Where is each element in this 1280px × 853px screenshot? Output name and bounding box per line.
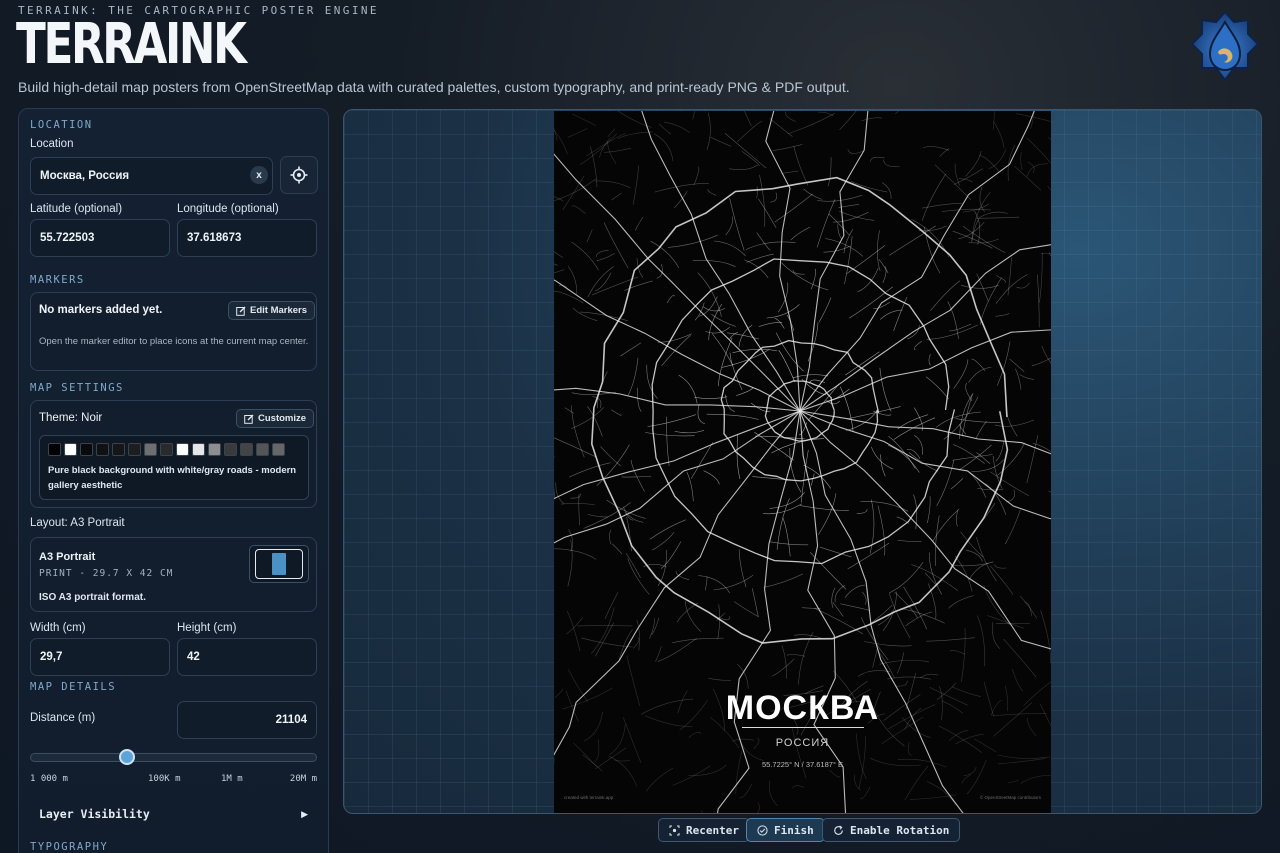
markers-card: No markers added yet. Edit Markers Open …: [30, 292, 317, 371]
settings-sidebar: LOCATION Location Москва, Россия x Latit…: [18, 108, 329, 853]
palette-swatch: [176, 443, 189, 456]
layout-description: ISO A3 portrait format.: [39, 592, 146, 603]
edit-icon: [236, 306, 246, 316]
layout-preview[interactable]: [249, 545, 309, 583]
recenter-button[interactable]: Recenter: [658, 818, 750, 842]
theme-label: Theme: Noir: [39, 412, 103, 424]
width-value: 29,7: [40, 651, 63, 663]
tick-label: 100K m: [148, 774, 181, 784]
markers-hint: Open the marker editor to place icons at…: [39, 336, 309, 347]
location-label: Location: [30, 138, 74, 150]
distance-input[interactable]: 21104: [177, 701, 317, 739]
latitude-label: Latitude (optional): [30, 203, 123, 215]
palette-swatch: [112, 443, 125, 456]
slider-thumb[interactable]: [119, 749, 136, 765]
app-brand: TERRAINK: [16, 12, 247, 77]
tick-label: 1M m: [221, 774, 243, 784]
poster-coordinates: 55.7225° N / 37.6187° E: [761, 760, 844, 769]
layout-label: Layout: A3 Portrait: [30, 517, 125, 529]
location-value: Москва, Россия: [40, 170, 130, 182]
check-circle-icon: [757, 824, 768, 836]
distance-value: 21104: [275, 714, 307, 726]
section-location-title: LOCATION: [30, 119, 93, 131]
finish-button[interactable]: Finish: [746, 818, 825, 842]
rotate-icon: [834, 825, 843, 835]
poster-country: РОССИЯ: [775, 737, 830, 749]
poster-preview[interactable]: МОСКВА РОССИЯ 55.7225° N / 37.6187° E cr…: [554, 111, 1051, 813]
palette-swatch: [96, 443, 109, 456]
map-canvas[interactable]: МОСКВА РОССИЯ 55.7225° N / 37.6187° E cr…: [343, 109, 1262, 814]
palette-swatch: [272, 443, 285, 456]
recenter-icon: [669, 825, 680, 835]
enable-rotation-button[interactable]: Enable Rotation: [822, 818, 961, 842]
layer-visibility-toggle[interactable]: Layer Visibility ▶: [30, 799, 317, 829]
distance-slider[interactable]: [30, 749, 317, 765]
app-tagline: Build high-detail map posters from OpenS…: [18, 79, 850, 95]
tick-label: 1 000 m: [30, 774, 68, 784]
layout-meta: PRINT - 29.7 X 42 CM: [39, 568, 174, 579]
palette-swatch: [192, 443, 205, 456]
layout-frame-icon: [255, 549, 303, 579]
width-input[interactable]: 29,7: [30, 638, 170, 676]
longitude-label: Longitude (optional): [177, 203, 279, 215]
section-map-details-title: MAP DETAILS: [30, 681, 117, 693]
palette-swatch: [128, 443, 141, 456]
width-label: Width (cm): [30, 622, 86, 634]
recenter-label: Recenter: [686, 823, 739, 837]
slider-track: [30, 753, 317, 762]
height-value: 42: [187, 651, 200, 663]
latitude-input[interactable]: 55.722503: [30, 219, 170, 257]
clear-icon: x: [256, 169, 262, 181]
distance-ticks: 1 000 m 100K m 1M m 20M m: [30, 774, 317, 786]
poster-city-title: МОСКВА: [725, 689, 880, 727]
theme-palette: [48, 443, 288, 456]
rotation-label: Enable Rotation: [850, 823, 950, 837]
palette-swatch: [80, 443, 93, 456]
palette-swatch: [208, 443, 221, 456]
poster-attribution: © OpenStreetMap contributors: [979, 795, 1041, 800]
layout-name: A3 Portrait: [39, 551, 96, 563]
palette-swatch: [144, 443, 157, 456]
palette-swatch: [240, 443, 253, 456]
poster-credit: created with terraink.app: [564, 795, 614, 800]
tick-label: 20M m: [289, 774, 317, 784]
height-input[interactable]: 42: [177, 638, 317, 676]
edit-markers-label: Edit Markers: [250, 305, 308, 316]
layout-card[interactable]: A3 Portrait PRINT - 29.7 X 42 CM ISO A3 …: [30, 537, 317, 612]
app-logo-icon: [1190, 10, 1260, 82]
section-typography-title: TYPOGRAPHY: [30, 841, 109, 853]
crosshair-icon: [290, 166, 308, 184]
palette-swatch: [224, 443, 237, 456]
edit-icon: [244, 414, 254, 424]
poster-divider: [742, 727, 864, 728]
theme-preview: Pure black background with white/gray ro…: [39, 435, 309, 500]
longitude-value: 37.618673: [187, 232, 242, 244]
section-markers-title: MARKERS: [30, 274, 85, 286]
clear-location-button[interactable]: x: [250, 166, 268, 184]
theme-description: Pure black background with white/gray ro…: [48, 465, 297, 491]
edit-markers-button[interactable]: Edit Markers: [228, 301, 316, 320]
palette-swatch: [64, 443, 77, 456]
section-map-settings-title: MAP SETTINGS: [30, 382, 124, 394]
palette-swatch: [160, 443, 173, 456]
locate-me-button[interactable]: [280, 156, 318, 194]
finish-label: Finish: [774, 823, 814, 837]
distance-label: Distance (m): [30, 712, 96, 724]
longitude-input[interactable]: 37.618673: [177, 219, 317, 257]
palette-swatch: [256, 443, 269, 456]
palette-swatch: [48, 443, 61, 456]
latitude-value: 55.722503: [40, 232, 95, 244]
customize-label: Customize: [258, 413, 307, 424]
height-label: Height (cm): [177, 622, 237, 634]
layer-visibility-label: Layer Visibility: [39, 807, 150, 821]
theme-card[interactable]: Theme: Noir Customize Pure black backgro…: [30, 400, 317, 508]
chevron-right-icon: ▶: [301, 808, 308, 819]
customize-theme-button[interactable]: Customize: [236, 409, 315, 428]
location-input[interactable]: Москва, Россия: [30, 157, 273, 195]
markers-empty-text: No markers added yet.: [39, 304, 163, 316]
